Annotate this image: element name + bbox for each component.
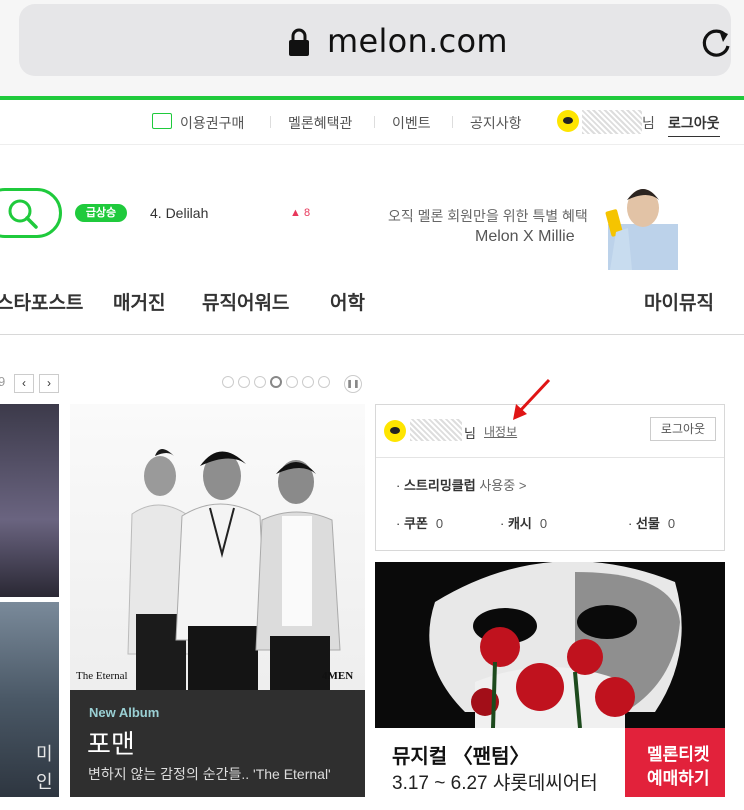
stat-label: 쿠폰 bbox=[403, 516, 428, 531]
nav-language[interactable]: 어학 bbox=[330, 288, 365, 315]
nav-starpost[interactable]: 스타포스트 bbox=[0, 288, 83, 315]
util-buy-ticket[interactable]: 이용권구매 bbox=[180, 113, 244, 133]
phantom-mask-image bbox=[429, 562, 682, 729]
divider bbox=[452, 116, 453, 128]
divider bbox=[270, 116, 271, 128]
slide-dot[interactable] bbox=[254, 376, 266, 388]
util-event[interactable]: 이벤트 bbox=[392, 113, 431, 133]
kakao-icon bbox=[557, 110, 579, 132]
nav-music-award[interactable]: 뮤직어워드 bbox=[202, 288, 289, 315]
partial-text: 미 bbox=[36, 744, 53, 764]
partial-text: 인 bbox=[36, 772, 53, 792]
streaming-club-line[interactable]: · 스트리밍클럽 사용중 > bbox=[396, 475, 526, 494]
musical-dates: 3.17 ~ 6.27 샤롯데씨어터 bbox=[392, 773, 598, 794]
promo-line2[interactable]: Melon X Millie bbox=[475, 228, 575, 246]
promo-line1[interactable]: 오직 멜론 회원만을 위한 특별 혜택 bbox=[388, 206, 588, 226]
slide-dot[interactable] bbox=[238, 376, 250, 388]
album-title: 포맨 bbox=[87, 729, 135, 759]
rank-change: ▲ 8 bbox=[290, 207, 311, 219]
band-photo-image bbox=[127, 449, 341, 690]
album-banner[interactable]: The Eternal 4MEN New Album 포맨 변하지 않는 감정의… bbox=[70, 404, 365, 797]
stat-value: 0 bbox=[667, 516, 676, 531]
browser-chrome: melon.com bbox=[0, 0, 744, 96]
next-button[interactable]: › bbox=[39, 374, 59, 393]
musical-title: 뮤지컬 〈팬텀〉 bbox=[392, 746, 530, 768]
album-photo: The Eternal 4MEN bbox=[70, 404, 365, 690]
album-label: New Album bbox=[89, 705, 160, 720]
musical-info: 뮤지컬 〈팬텀〉 3.17 ~ 6.27 샤롯데씨어터 멜론티켓 예매하기 bbox=[375, 728, 725, 797]
rising-badge: 급상승 bbox=[75, 204, 127, 222]
login-info-box: 님 내정보 로그아웃 · 스트리밍클럽 사용중 > · 쿠폰 0 · 캐시 0 · … bbox=[375, 404, 725, 551]
nav-my-music[interactable]: 마이뮤직 bbox=[644, 288, 714, 315]
stat-label: 선물 bbox=[635, 516, 660, 531]
search-icon[interactable] bbox=[5, 196, 41, 232]
album-tag-right: 4MEN bbox=[322, 670, 354, 682]
slide-dot[interactable] bbox=[318, 376, 330, 388]
slide-page-number: 9 bbox=[0, 374, 6, 389]
url-text[interactable]: melon.com bbox=[327, 22, 508, 60]
prev-button[interactable]: ‹ bbox=[14, 374, 34, 393]
lock-icon bbox=[289, 28, 309, 56]
stat-gift[interactable]: · 선물 0 bbox=[628, 513, 675, 532]
chart-song-link[interactable]: 4. Delilah bbox=[150, 205, 208, 221]
rank-change-value: 8 bbox=[303, 207, 311, 219]
album-tag-left: The Eternal bbox=[76, 670, 128, 682]
slide-dot[interactable] bbox=[222, 376, 234, 388]
promo-person-image[interactable] bbox=[588, 174, 688, 270]
blurred-username bbox=[410, 419, 462, 441]
slide-dot[interactable] bbox=[302, 376, 314, 388]
address-bar[interactable]: melon.com bbox=[19, 4, 731, 76]
util-benefits[interactable]: 멜론혜택관 bbox=[288, 113, 352, 133]
logout-link[interactable]: 로그아웃 bbox=[668, 113, 720, 137]
ticket-icon bbox=[152, 113, 172, 129]
stat-label: 캐시 bbox=[507, 516, 532, 531]
kakao-icon bbox=[384, 420, 406, 442]
main-nav: 스타포스트 매거진 뮤직어워드 어학 마이뮤직 bbox=[0, 272, 744, 335]
user-suffix: 님 bbox=[464, 426, 476, 441]
streaming-status: 사용중 > bbox=[479, 478, 527, 493]
banner-image-left-top[interactable] bbox=[0, 404, 59, 597]
annotation-arrow-icon bbox=[513, 378, 551, 420]
my-info-link[interactable]: 내정보 bbox=[484, 423, 517, 440]
ticket-badge-line1: 멜론티켓 bbox=[647, 745, 710, 764]
musical-banner[interactable]: 뮤지컬 〈팬텀〉 3.17 ~ 6.27 샤롯데씨어터 멜론티켓 예매하기 bbox=[375, 562, 725, 797]
reload-icon[interactable] bbox=[699, 26, 733, 60]
album-description: 변하지 않는 감정의 순간들.. 'The Eternal' bbox=[88, 766, 331, 782]
banner-image-left-bottom[interactable]: 미 인 bbox=[0, 602, 59, 797]
nav-magazine[interactable]: 매거진 bbox=[113, 288, 165, 315]
utility-nav: 이용권구매 멜론혜택관 이벤트 공지사항 님 로그아웃 bbox=[0, 100, 744, 145]
user-suffix: 님 bbox=[642, 115, 655, 131]
stat-value: 0 bbox=[435, 516, 444, 531]
divider bbox=[374, 116, 375, 128]
stat-value: 0 bbox=[539, 516, 548, 531]
logout-button[interactable]: 로그아웃 bbox=[650, 417, 716, 441]
pause-button[interactable]: ❚❚ bbox=[344, 375, 362, 393]
album-caption: New Album 포맨 변하지 않는 감정의 순간들.. 'The Etern… bbox=[70, 690, 365, 797]
slide-dot-active[interactable] bbox=[270, 376, 282, 388]
ticket-badge[interactable]: 멜론티켓 예매하기 bbox=[625, 728, 725, 797]
ticket-badge-line2: 예매하기 bbox=[647, 769, 710, 788]
slide-dot[interactable] bbox=[286, 376, 298, 388]
stat-cash[interactable]: · 캐시 0 bbox=[500, 513, 547, 532]
stat-coupon[interactable]: · 쿠폰 0 bbox=[396, 513, 443, 532]
blurred-username bbox=[582, 110, 642, 134]
streaming-club-label: 스트리밍클럽 bbox=[403, 478, 476, 493]
util-notice[interactable]: 공지사항 bbox=[470, 113, 522, 133]
